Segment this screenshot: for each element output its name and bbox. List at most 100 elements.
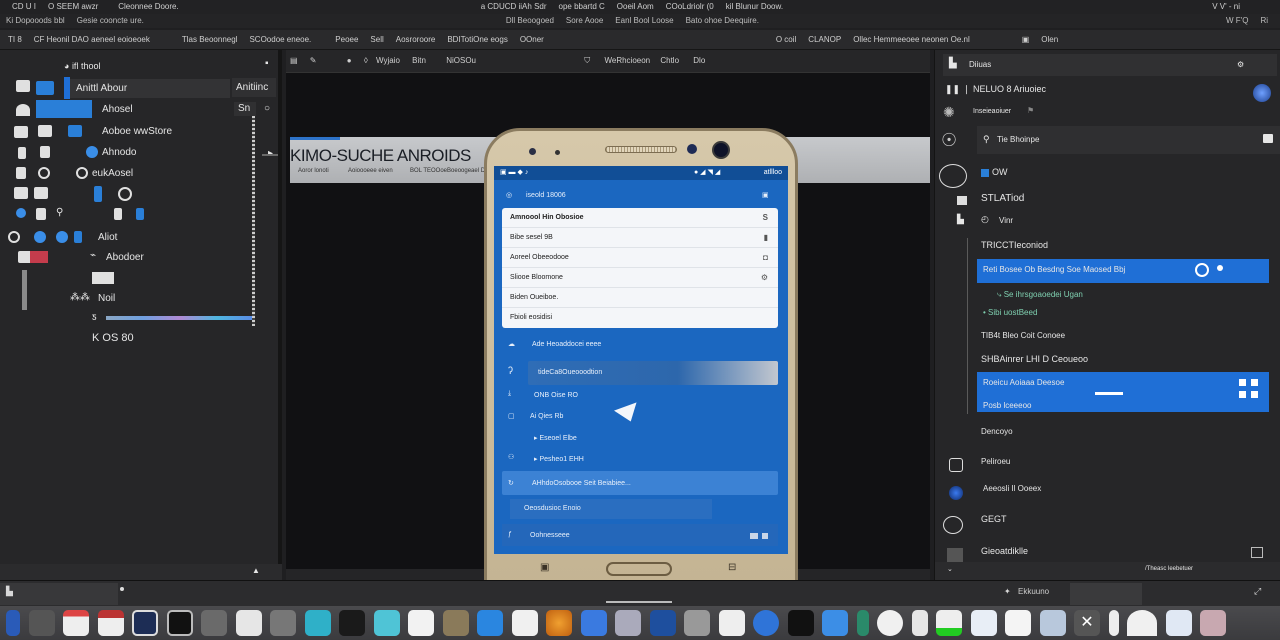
dock-app-icon[interactable] [511, 610, 538, 636]
settings-icon[interactable] [14, 126, 28, 138]
app-icon[interactable] [16, 80, 30, 92]
list-item-label[interactable]: Anittl Abour [76, 83, 127, 94]
home-button[interactable] [606, 562, 672, 576]
window-icon[interactable] [38, 125, 52, 137]
menu-item[interactable]: Ooeil Aom [617, 0, 654, 14]
menu-item[interactable]: a CDUCD iiAh Sdr [481, 0, 547, 14]
toolbar-item[interactable]: Sell [370, 30, 383, 49]
device-icon[interactable] [16, 167, 26, 179]
dock-app-icon[interactable] [718, 610, 745, 636]
list-item[interactable]: Ai Qies Rb [530, 413, 563, 420]
dock-app-icon[interactable] [1200, 610, 1226, 636]
menu-item[interactable]: Bato ohoe Deequire. [686, 14, 759, 28]
image-icon[interactable] [947, 548, 963, 562]
menu-item[interactable]: ope bbartd C [559, 0, 605, 14]
canvas-toolbar-item[interactable]: Wyjaio [376, 56, 400, 65]
dock-app-icon[interactable] [911, 610, 928, 636]
dock-app-icon[interactable] [970, 610, 997, 636]
menu-item[interactable]: Dll Beoogoed [506, 14, 554, 28]
list-item-label[interactable]: Aoboe wwStore [102, 126, 172, 137]
card-row[interactable]: Biden Oueiboe. [502, 288, 778, 308]
grid-icon[interactable] [14, 187, 28, 199]
camera-icon[interactable]: ● [347, 56, 352, 65]
pen-icon[interactable]: ✎ [310, 56, 317, 65]
list-item-label[interactable]: Noil [98, 293, 115, 304]
toolbar-item[interactable]: Olen [1041, 30, 1058, 49]
dock-app-icon[interactable] [787, 610, 814, 636]
app-icon[interactable] [68, 125, 82, 137]
dock-app-icon[interactable] [856, 610, 869, 636]
grid-tile[interactable] [1239, 391, 1246, 398]
tile-icon[interactable] [762, 533, 768, 539]
checkbox[interactable] [981, 169, 989, 177]
status-label[interactable]: Ekkuuno [1018, 587, 1049, 596]
list-item[interactable]: Vinr [999, 216, 1013, 225]
card-row[interactable]: Amnoool Hin Obosioe S [502, 208, 778, 228]
dock-app-icon[interactable] [580, 610, 607, 636]
list-item[interactable]: Aeeosli Il Ooeex [983, 484, 1041, 493]
back-icon[interactable]: ⊟ [728, 562, 736, 573]
dock-app-icon[interactable] [615, 610, 641, 636]
canvas-toolbar-item[interactable]: WeRhcioeon [604, 56, 650, 65]
status-icon[interactable]: W F'Q [1226, 14, 1248, 28]
list-item[interactable]: TIB4t Bleo Coit Conoee [981, 331, 1065, 340]
scrollbar[interactable] [252, 116, 255, 326]
menu-item[interactable]: O SEEM awzr [48, 0, 98, 14]
status-icons[interactable]: V V' - ni [1212, 0, 1240, 14]
dock-app-icon[interactable] [1005, 610, 1031, 636]
toolbar-item[interactable]: TI 8 [8, 30, 22, 49]
dock-app-icon[interactable] [1108, 610, 1119, 636]
dock-app-icon[interactable] [936, 610, 962, 636]
card-row[interactable]: Aoreel Obeeodooe ◘ [502, 248, 778, 268]
settings-icon[interactable]: ⚙ [1237, 60, 1244, 69]
list-item-label[interactable]: Ahnodo [102, 147, 136, 158]
globe-icon[interactable] [56, 231, 68, 243]
menu-icon[interactable]: ▣ [762, 191, 769, 199]
device-icon[interactable] [18, 147, 26, 159]
menu-item[interactable]: Eanl Bool Loose [615, 14, 673, 28]
search-icon[interactable]: ⚲ [56, 207, 63, 218]
globe-icon[interactable] [949, 486, 963, 500]
doc-icon[interactable] [114, 208, 122, 220]
file-icon[interactable]: ▣ [1022, 30, 1030, 49]
script-icon[interactable] [949, 458, 963, 472]
toolbar-item[interactable]: Ollec Hemmeeoee neonen Oe.nl [853, 30, 970, 49]
dock-app-icon[interactable] [546, 610, 572, 636]
dock-app-icon[interactable] [132, 610, 158, 636]
dock-app-icon[interactable] [1127, 610, 1157, 636]
status-icon[interactable]: Ri [1260, 14, 1268, 28]
toolbar-item[interactable]: OOner [520, 30, 544, 49]
dock-app-icon[interactable] [442, 610, 469, 636]
image-icon[interactable] [1251, 547, 1263, 558]
toolbar-item[interactable]: BDITotiOne eogs [447, 30, 507, 49]
collapse-icon[interactable]: ▲ [252, 566, 260, 575]
search-icon[interactable]: ○ [264, 103, 270, 114]
search-icon[interactable]: ⚲ [983, 134, 990, 145]
dock-app-icon[interactable] [373, 610, 400, 636]
phone-icon[interactable] [94, 186, 102, 202]
dock-app-icon[interactable] [304, 610, 331, 636]
canvas-toolbar-item[interactable]: Chtlo [660, 56, 679, 65]
canvas-toolbar-item[interactable]: Dlo [693, 56, 705, 65]
dock-app-icon[interactable] [822, 610, 848, 636]
menu-item[interactable]: Gesie cooncte ure. [77, 14, 144, 28]
list-item[interactable]: ▸ Pesheo1 EHH [534, 455, 584, 463]
list-item[interactable]: ▸ Eseoel Elbe [534, 434, 577, 442]
recent-apps-icon[interactable]: ▣ [540, 562, 549, 573]
toolbar-item[interactable]: CLANOP [808, 30, 841, 49]
toggle-icon[interactable] [92, 272, 114, 284]
sub-item[interactable]: ⤷ Se ihrsgoaoedei Ugan [997, 290, 1083, 300]
dock-app-icon[interactable] [63, 610, 89, 636]
user-icon[interactable] [76, 167, 88, 179]
list-item-label[interactable]: K OS 80 [92, 332, 134, 344]
list-item[interactable]: Gieoatdiklle [981, 546, 1028, 556]
list-item[interactable]: TRICCTIeconiod [981, 240, 1048, 250]
app-icon[interactable] [74, 231, 82, 243]
settings-icon[interactable] [8, 231, 20, 243]
grid-icon[interactable] [36, 208, 46, 220]
toggle-knob[interactable] [1217, 265, 1223, 271]
layout-icon[interactable]: ▤ [290, 56, 298, 65]
dock-app-icon[interactable] [166, 610, 193, 636]
dock-app-icon[interactable] [649, 610, 676, 636]
search-input[interactable]: Tie Bhoinpe [997, 135, 1039, 144]
